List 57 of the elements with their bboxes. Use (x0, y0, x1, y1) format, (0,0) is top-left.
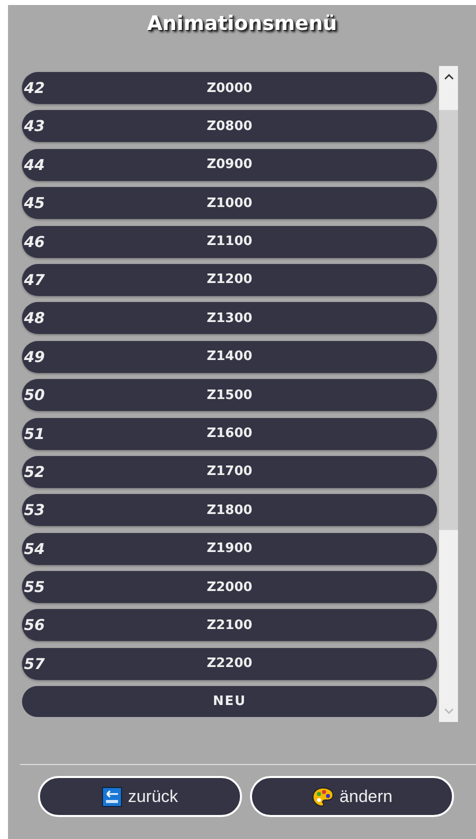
scroll-down-icon[interactable] (444, 708, 454, 714)
item-name: Z2200 (206, 656, 252, 672)
item-number: 43 (24, 117, 45, 136)
item-number: 51 (24, 424, 45, 443)
item-number: 42 (24, 79, 45, 97)
item-number: 57 (24, 654, 45, 673)
menu-title: Animationsmenü (146, 10, 338, 37)
item-number: 50 (24, 386, 45, 404)
new-button[interactable]: NEU (22, 686, 437, 718)
animation-item[interactable]: 56 Z2100 (22, 609, 437, 642)
item-number: 52 (24, 462, 45, 481)
animation-item[interactable]: 52 Z1700 (22, 456, 437, 488)
animation-item[interactable]: 51 Z1600 (22, 418, 437, 450)
item-name: Z1900 (206, 541, 252, 556)
item-number: 44 (24, 156, 45, 174)
item-name: Z1100 (206, 234, 252, 250)
animation-item[interactable]: 42 Z0000 (22, 72, 437, 104)
edit-button[interactable]: ändern (250, 776, 454, 817)
back-button[interactable]: zurück (38, 776, 242, 817)
animation-item[interactable]: 50 Z1500 (22, 379, 437, 412)
animation-item[interactable]: 47 Z1200 (22, 264, 437, 296)
item-name: Z1200 (206, 272, 252, 288)
item-number: 54 (24, 540, 45, 558)
animation-item[interactable]: 54 Z1900 (22, 532, 437, 565)
scrollbar[interactable] (439, 66, 458, 722)
item-name: Z1500 (206, 388, 252, 403)
item-number: 49 (24, 348, 45, 366)
palette-icon (312, 786, 334, 806)
item-name: Z1300 (206, 310, 252, 326)
item-number: 56 (24, 616, 45, 634)
item-number: 45 (24, 194, 45, 212)
animation-item[interactable]: 45 Z1000 (22, 187, 437, 220)
item-number: 46 (24, 232, 45, 251)
animation-item[interactable]: 53 Z1800 (22, 494, 437, 526)
back-icon (102, 786, 122, 806)
animation-item[interactable]: 55 Z2000 (22, 571, 437, 604)
item-name: Z0000 (206, 80, 252, 96)
item-name: Z0900 (206, 157, 252, 172)
item-name: Z2000 (206, 580, 252, 595)
item-name: Z1700 (206, 464, 252, 480)
item-number: 53 (24, 501, 45, 520)
item-number: 47 (24, 270, 45, 289)
item-number: 55 (24, 578, 45, 596)
item-name: Z1600 (206, 426, 252, 442)
item-name: Z1800 (206, 502, 252, 518)
item-name: Z1400 (206, 349, 252, 364)
item-name: Z0800 (206, 118, 252, 134)
animation-item[interactable]: 43 Z0800 (22, 110, 437, 142)
animation-item[interactable]: 46 Z1100 (22, 226, 437, 258)
animation-item[interactable]: 49 Z1400 (22, 340, 437, 373)
item-name: Z2100 (206, 618, 252, 633)
item-name: Z1000 (206, 196, 252, 211)
animation-item[interactable]: 44 Z0900 (22, 148, 437, 181)
animation-item[interactable]: 57 Z2200 (22, 648, 437, 680)
item-number: 48 (24, 309, 45, 328)
scroll-up-icon[interactable] (444, 74, 454, 80)
animation-item[interactable]: 48 Z1300 (22, 302, 437, 334)
